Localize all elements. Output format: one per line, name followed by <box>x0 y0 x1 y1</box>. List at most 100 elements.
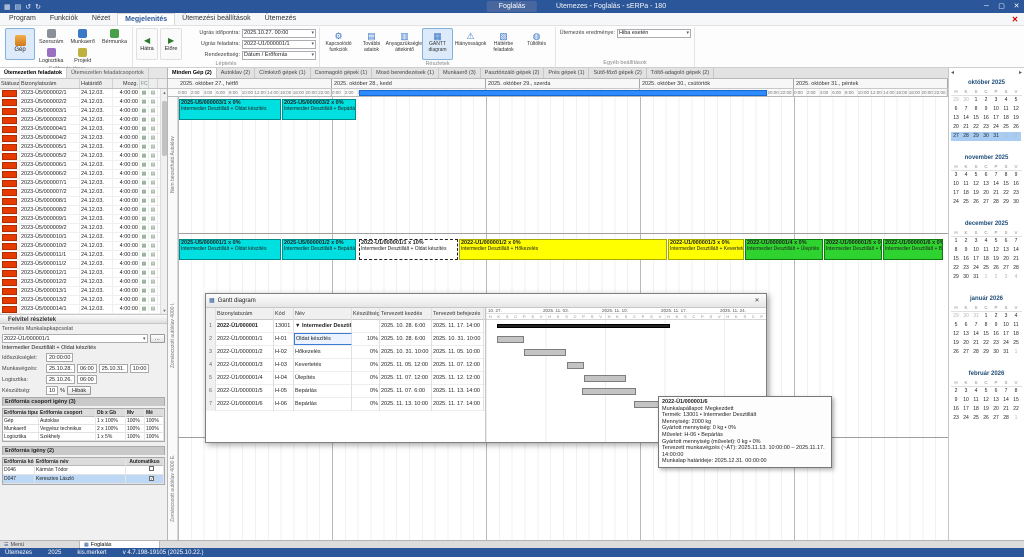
stepping-combo-1[interactable]: 2022-Ü1/000001/1▾ <box>242 40 316 49</box>
calendar-day[interactable]: 16 <box>1011 180 1021 189</box>
mini-gantt-bar[interactable] <box>567 362 584 369</box>
calendar-day[interactable]: 5 <box>1011 96 1021 105</box>
calendar-day[interactable]: 24 <box>961 414 971 423</box>
calendar-day[interactable]: 26 <box>971 198 981 207</box>
calendar-day[interactable]: 1 <box>1001 132 1011 141</box>
gantt-window-titlebar[interactable]: ▦ Gantt diagram ✕ <box>206 294 766 308</box>
resource-type-button-3[interactable]: Logisztika <box>37 47 65 65</box>
calendar-day[interactable]: 14 <box>971 330 981 339</box>
calendar-day[interactable]: 7 <box>1001 387 1011 396</box>
calendar-day[interactable]: 21 <box>991 189 1001 198</box>
field-value[interactable]: 20:00:00 <box>46 353 73 362</box>
field-value[interactable]: 06:00 <box>77 375 97 384</box>
calendar-day[interactable]: 7 <box>961 105 971 114</box>
calendar-day[interactable]: 3 <box>971 237 981 246</box>
other-combo-0[interactable]: Hiba esetén▾ <box>617 29 691 38</box>
ribbon-tab-5[interactable]: Ütemezés <box>258 13 304 25</box>
calendar-day[interactable]: 13 <box>951 114 961 123</box>
calendar-day[interactable]: 2 <box>991 312 1001 321</box>
table-row[interactable]: 12022-Ü1/00000113001▼ Intermedier Deszti… <box>206 320 485 333</box>
calendar-day[interactable]: 24 <box>1001 339 1011 348</box>
calendar-day[interactable]: 26 <box>981 414 991 423</box>
calendar-day[interactable]: 5 <box>951 321 961 330</box>
calendar-day[interactable]: 8 <box>1011 387 1021 396</box>
calendar-day[interactable]: 6 <box>951 105 961 114</box>
save-icon[interactable]: ▤ <box>15 3 22 11</box>
calendar-day[interactable]: 5 <box>971 171 981 180</box>
calendar-day[interactable]: 3 <box>1001 312 1011 321</box>
gantt-window-close-icon[interactable]: ✕ <box>751 297 763 304</box>
calendar-day[interactable]: 20 <box>961 339 971 348</box>
calendar-day[interactable]: 1 <box>1011 348 1021 357</box>
machine-tab-0[interactable]: Minden Gép (2) <box>168 68 217 78</box>
ribbon-tab-1[interactable]: Funkciók <box>43 13 85 25</box>
calendar-day[interactable]: 19 <box>1011 114 1021 123</box>
calendar-day[interactable]: 17 <box>971 255 981 264</box>
calendar-day[interactable]: 18 <box>1011 330 1021 339</box>
table-row[interactable]: 42022-Ü1/000001/3H-03Kevertetés0%2025. 1… <box>206 359 485 372</box>
machine-tab-6[interactable]: Pasztörizáló gépek (2) <box>481 68 545 78</box>
calendar-day[interactable]: 19 <box>971 189 981 198</box>
calendar-day[interactable]: 17 <box>1001 330 1011 339</box>
calendar-day[interactable]: 21 <box>961 123 971 132</box>
gantt-task-bar[interactable]: 2022-Ü1/000001/5 x 0%Intermedier Desztil… <box>824 239 882 260</box>
redo-icon[interactable]: ↻ <box>35 3 41 11</box>
table-row[interactable]: D046Kármán Tódor <box>3 466 164 475</box>
gantt-task-bar[interactable]: 2025-Ü5/000003/2 x 0%Intermedier Desztil… <box>282 99 356 120</box>
calendar-day[interactable]: 7 <box>971 321 981 330</box>
left-table-scrollbar[interactable]: ▲ ▼ <box>160 89 167 314</box>
mini-gantt-bar[interactable] <box>582 388 636 395</box>
calendar-day[interactable]: 16 <box>981 114 991 123</box>
machine-tab-1[interactable]: Autoklav (2) <box>217 68 255 78</box>
calendar-day[interactable]: 2 <box>991 273 1001 282</box>
calendar-day[interactable]: 18 <box>961 189 971 198</box>
calendar-day[interactable]: 23 <box>961 264 971 273</box>
calendar-day[interactable]: 21 <box>971 339 981 348</box>
calendar-day[interactable]: 4 <box>981 237 991 246</box>
calendar-day[interactable]: 27 <box>951 132 961 141</box>
calendar-day[interactable]: 31 <box>1001 348 1011 357</box>
calendar-day[interactable]: 15 <box>1001 180 1011 189</box>
calendar-day[interactable]: 1 <box>1011 414 1021 423</box>
calendar-day[interactable]: 14 <box>1001 396 1011 405</box>
calendar-day[interactable]: 18 <box>981 255 991 264</box>
ribbon-tab-2[interactable]: Nézet <box>85 13 117 25</box>
calendar-day[interactable]: 9 <box>981 105 991 114</box>
calendar-day[interactable]: 25 <box>961 198 971 207</box>
calendar-day[interactable]: 12 <box>981 396 991 405</box>
calendar-day[interactable]: 3 <box>951 171 961 180</box>
calendar-day[interactable]: 16 <box>951 405 961 414</box>
calendar-day[interactable]: 26 <box>951 348 961 357</box>
calendar-day[interactable]: 29 <box>981 348 991 357</box>
calendar-day[interactable]: 3 <box>1001 273 1011 282</box>
table-row[interactable]: 32022-Ü1/000001/2H-02Hőkezelés0%2025. 10… <box>206 346 485 359</box>
calendar-day[interactable]: 17 <box>951 189 961 198</box>
bottom-tab-0[interactable]: ☰Menü <box>0 541 80 548</box>
details-button-4[interactable]: ⚠Hiányosságok <box>455 28 486 60</box>
calendar-day[interactable]: 17 <box>991 114 1001 123</box>
field-value[interactable]: 06:00 <box>77 364 97 373</box>
calendar-day[interactable]: 25 <box>981 264 991 273</box>
calendar-day[interactable]: 16 <box>991 330 1001 339</box>
calendar-day[interactable]: 13 <box>981 180 991 189</box>
calendar-day[interactable]: 28 <box>961 132 971 141</box>
mini-gantt-bar[interactable] <box>497 324 670 328</box>
stepping-combo-0[interactable]: 2025.10.27. 00:00▾ <box>242 29 316 38</box>
undo-icon[interactable]: ↺ <box>25 3 31 11</box>
resource-type-button-1[interactable]: Munkaerő <box>68 28 96 46</box>
calendar-day[interactable]: 11 <box>971 396 981 405</box>
titlebar-center-tab[interactable]: Foglalás <box>487 1 537 12</box>
calendar-day[interactable]: 20 <box>1001 255 1011 264</box>
left-panel-tab-1[interactable]: Ütemezetlen feladatcsoportok <box>67 68 149 78</box>
calendar-day[interactable]: 30 <box>961 312 971 321</box>
calendar-day[interactable]: 28 <box>1011 264 1021 273</box>
calendar-day[interactable]: 7 <box>1011 237 1021 246</box>
table-row[interactable]: 72022-Ü1/000001/6H-06Bepárlás0%2025. 11.… <box>206 398 485 411</box>
cal-prev-icon[interactable]: ◂ <box>951 69 954 77</box>
mini-gantt-bar[interactable] <box>497 336 524 343</box>
calendar-day[interactable]: 10 <box>1001 321 1011 330</box>
field-value[interactable]: 10:00 <box>130 364 150 373</box>
calendar-day[interactable]: 23 <box>991 339 1001 348</box>
worksheet-combo[interactable]: 2022-Ü1/000001/1 ▾ <box>2 334 148 343</box>
stepping-combo-2[interactable]: Dátum / Erőforrás▾ <box>242 51 316 60</box>
